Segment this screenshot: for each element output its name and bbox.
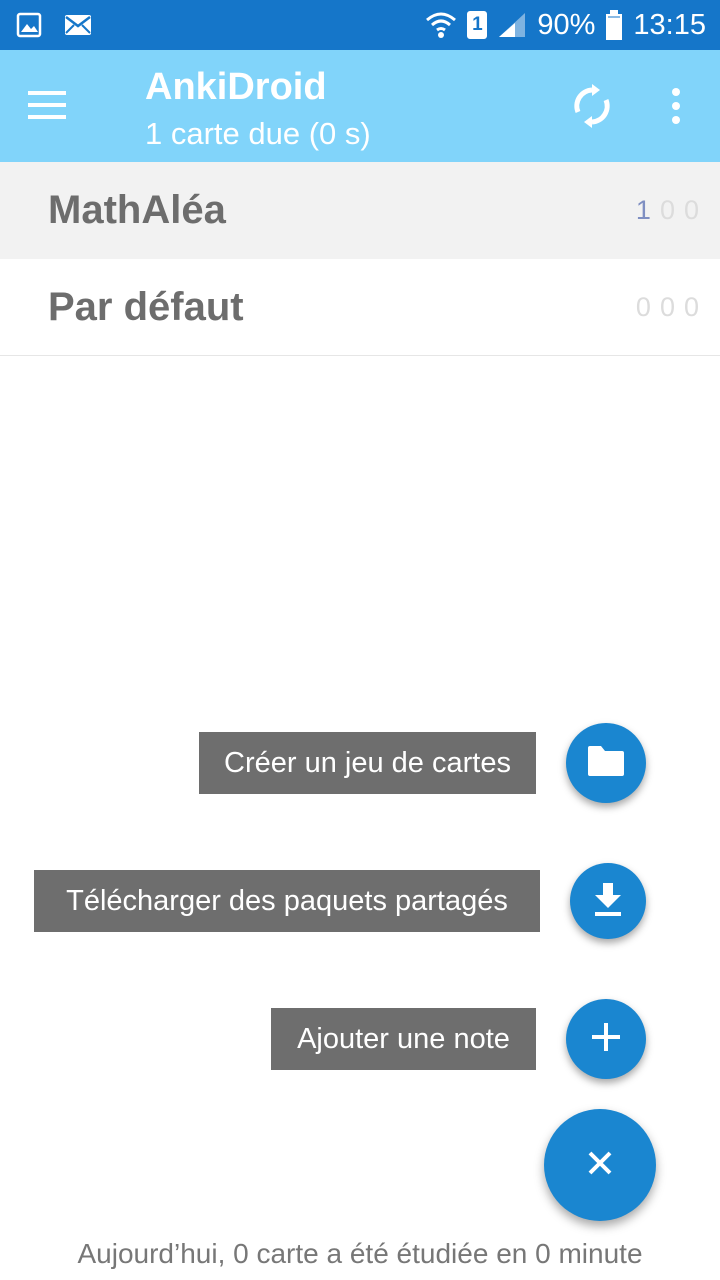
- deck-counts: 100: [628, 195, 700, 226]
- signal-icon: [497, 11, 527, 39]
- status-bar: 1 90% 13:15: [0, 0, 720, 50]
- close-fab-button[interactable]: [544, 1109, 656, 1221]
- create-deck-label[interactable]: Créer un jeu de cartes: [199, 732, 536, 794]
- deck-picker-screen: 1 90% 13:15 AnkiDroid 1 carte due (0 s): [0, 0, 720, 1280]
- app-toolbar: AnkiDroid 1 carte due (0 s): [0, 50, 720, 162]
- download-icon: [592, 881, 624, 922]
- due-count: 0: [635, 291, 652, 322]
- download-shared-label[interactable]: Télécharger des paquets partagés: [34, 870, 540, 932]
- deck-row-par-defaut[interactable]: Par défaut 000: [0, 259, 720, 356]
- wifi-icon: [425, 11, 457, 39]
- close-icon: [587, 1150, 613, 1181]
- create-deck-button[interactable]: [566, 723, 646, 803]
- study-summary: Aujourd’hui, 0 carte a été étudiée en 0 …: [77, 1238, 643, 1269]
- deck-name: Par défaut: [48, 284, 244, 329]
- new-count: 0: [683, 291, 700, 322]
- learn-count: 0: [659, 195, 676, 225]
- app-title: AnkiDroid: [145, 66, 327, 108]
- deck-counts: 000: [628, 292, 700, 323]
- menu-icon[interactable]: [22, 86, 74, 126]
- deck-row-mathalea[interactable]: MathAléa 100: [0, 162, 720, 259]
- download-shared-button[interactable]: [570, 863, 646, 939]
- add-note-label[interactable]: Ajouter une note: [271, 1008, 536, 1070]
- plus-icon: [591, 1022, 621, 1057]
- due-count: 1: [635, 195, 652, 225]
- sync-icon[interactable]: [568, 82, 616, 130]
- add-note-button[interactable]: [566, 999, 646, 1079]
- clock: 13:15: [633, 8, 706, 41]
- battery-icon: [605, 10, 623, 40]
- deck-name: MathAléa: [48, 188, 226, 232]
- sim-icon: 1: [467, 11, 488, 39]
- folder-icon: [586, 744, 626, 783]
- learn-count: 0: [659, 291, 676, 322]
- mail-icon: [64, 14, 92, 36]
- more-vert-icon[interactable]: [660, 82, 692, 130]
- new-count: 0: [683, 195, 700, 225]
- image-icon: [16, 12, 42, 38]
- due-subtitle: 1 carte due (0 s): [145, 116, 371, 151]
- battery-percent: 90%: [537, 8, 596, 41]
